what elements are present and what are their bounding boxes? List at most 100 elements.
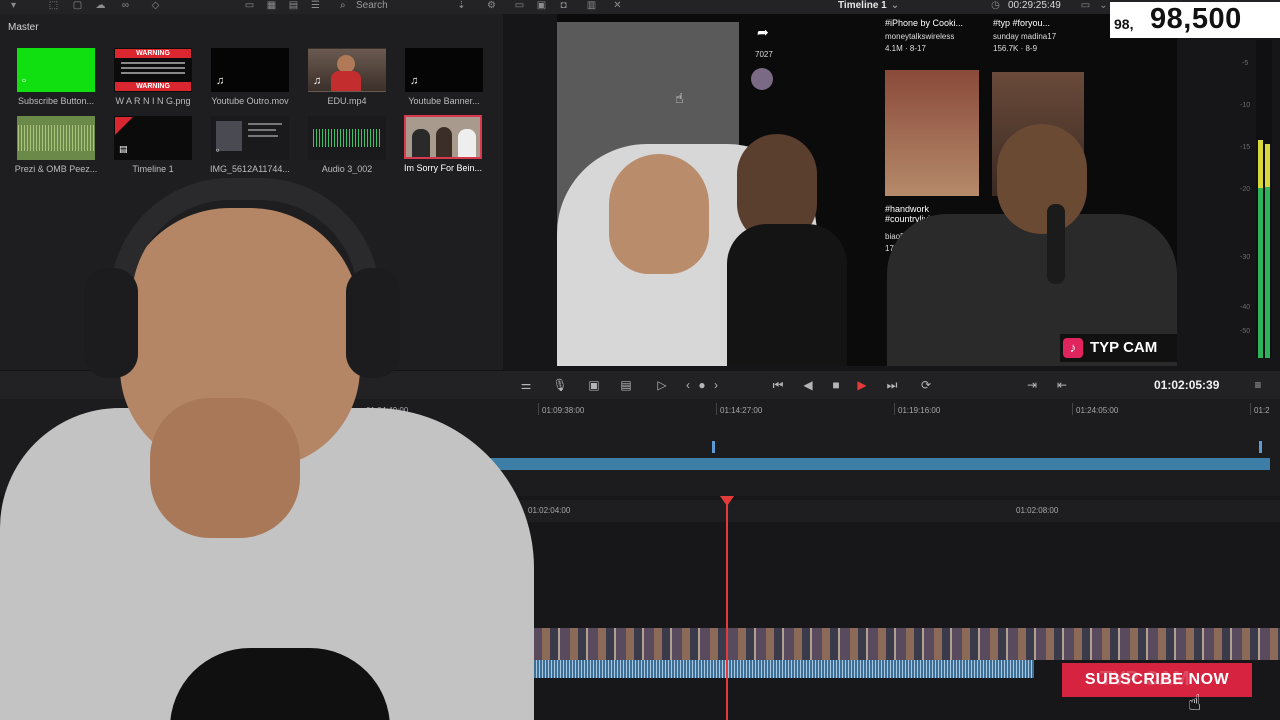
person-middle — [727, 224, 847, 366]
thumb-view-icon[interactable]: ▭ — [244, 1, 255, 11]
clip-warning[interactable]: WARNING WARNING W A R N I N G.png — [114, 48, 192, 106]
music-note-icon: ♫ — [216, 75, 225, 87]
mic-icon[interactable]: 🎙 — [552, 378, 568, 392]
strip-view-icon[interactable]: ▤ — [288, 1, 299, 11]
image-icon: ▫ — [216, 145, 220, 155]
ruler-timecode: 01:19:16:00 — [898, 406, 941, 415]
clip-thumbnail: ▫ — [17, 48, 95, 92]
clip-edu[interactable]: ♫ EDU.mp4 — [308, 48, 386, 106]
cross-icon[interactable]: ✕ — [612, 1, 623, 11]
music-note-icon: ♫ — [410, 75, 419, 87]
frame-icon[interactable]: ▤ — [618, 378, 634, 392]
grid-view-icon[interactable]: ▦ — [266, 1, 277, 11]
skip-back-icon[interactable]: ⏮ — [770, 378, 786, 392]
overview-playhead[interactable] — [712, 441, 715, 453]
clip-im-sorry[interactable]: Im Sorry For Bein... — [404, 115, 482, 173]
tiktok-stats: 156.7K · 8-9 — [993, 44, 1038, 53]
music-app-icon: ♪ — [1063, 338, 1083, 358]
clip-name: Youtube Banner... — [408, 96, 480, 106]
list-icon[interactable]: ▾ — [8, 1, 19, 11]
split-icon[interactable]: ▥ — [586, 1, 597, 11]
menu-icon[interactable]: ≡ — [1250, 378, 1266, 392]
person-left-face — [609, 154, 709, 274]
clip-subscribe-button[interactable]: ▫ Subscribe Button... — [17, 48, 95, 106]
video-viewer[interactable]: ➦ 7027 #iPhone by Cooki... moneytalkswir… — [557, 14, 1177, 366]
clip-thumbnail: ▫ — [211, 116, 289, 160]
chevron-right-icon[interactable]: › — [708, 378, 724, 392]
music-note-icon: ♫ — [313, 75, 322, 87]
clip-audio-3[interactable]: Audio 3_002 — [308, 116, 386, 174]
typcam-label: TYP CAM — [1090, 339, 1158, 356]
tiktok-stats: 4.1M · 8-17 — [885, 44, 926, 53]
webcam-overlay — [0, 178, 534, 720]
clip-name: Timeline 1 — [132, 164, 174, 174]
sort-icon[interactable]: ⇣ — [456, 1, 467, 11]
dropdown-icon[interactable]: ⌄ — [1098, 1, 1109, 11]
cloud-icon[interactable]: ☁ — [95, 1, 106, 11]
subscriber-counter: 98, 98,500 — [1110, 2, 1280, 38]
headphone-right-cup — [346, 268, 400, 378]
clip-youtube-banner[interactable]: ♫ Youtube Banner... — [405, 48, 483, 106]
reverse-icon[interactable]: ◀ — [800, 378, 816, 392]
meter-tick: -10 — [1240, 102, 1251, 109]
bin-icon[interactable]: ▢ — [72, 1, 83, 11]
ruler-timecode: 01:02:08:00 — [1016, 506, 1059, 515]
clip-img-5612[interactable]: ▫ IMG_5612A11744... — [210, 116, 290, 174]
cursor-hand-icon: ☝ — [675, 90, 684, 106]
clip-timeline-1[interactable]: ▤ Timeline 1 — [114, 116, 192, 174]
overview-end-marker[interactable] — [1259, 441, 1262, 453]
tiktok-user: moneytalkswireless — [885, 32, 955, 41]
clip-thumbnail: WARNING WARNING — [114, 48, 192, 92]
clip-name: Youtube Outro.mov — [211, 96, 289, 106]
tag-icon[interactable]: ◇ — [150, 1, 161, 11]
import-icon[interactable]: ⬚ — [48, 1, 59, 11]
meter-tick: -50 — [1240, 328, 1251, 335]
timeline-selector[interactable]: Timeline 1 ⌄ — [838, 0, 899, 12]
viewer-mode-icon[interactable]: ▣ — [536, 1, 547, 11]
camera-icon[interactable]: ◘ — [558, 1, 569, 11]
viewer-layout-icon[interactable]: ▭ — [514, 1, 525, 11]
mark-out-icon[interactable]: ⇤ — [1054, 378, 1070, 392]
list-view-icon[interactable]: ☰ — [310, 1, 321, 11]
playhead-handle[interactable] — [720, 496, 734, 506]
typcam-badge: ♪ TYP CAM — [1060, 334, 1177, 362]
ruler-timecode: 01:02:04:00 — [528, 506, 571, 515]
ruler-tick — [1072, 403, 1073, 415]
clip-icon[interactable]: ▣ — [586, 378, 602, 392]
audio-clip-waveform[interactable] — [504, 660, 1034, 678]
playhead[interactable] — [726, 504, 728, 720]
link-icon[interactable]: ∞ — [120, 1, 131, 11]
skip-forward-icon[interactable]: ⏭ — [884, 378, 900, 392]
clip-youtube-outro[interactable]: ♫ Youtube Outro.mov — [211, 48, 289, 106]
ruler-timecode: 01:24:05:00 — [1076, 406, 1119, 415]
timecode-top: 00:29:25:49 — [1008, 0, 1061, 11]
bin-title[interactable]: Master — [8, 22, 39, 33]
meter-tick: -30 — [1240, 254, 1251, 261]
tiktok-thumbnail — [885, 70, 979, 196]
clip-name: Subscribe Button... — [17, 96, 95, 106]
search-icon: ⌕ — [340, 0, 346, 11]
clip-thumbnail: ♫ — [405, 48, 483, 92]
audio-meter — [1256, 40, 1272, 358]
video-clip-filmstrip[interactable] — [504, 628, 1280, 660]
headphones-band — [110, 178, 380, 298]
meter-right-channel — [1265, 144, 1270, 358]
timeline-icon: ▤ — [119, 144, 128, 154]
options-icon[interactable]: ⚙ — [486, 1, 497, 11]
ruler-tick — [538, 403, 539, 415]
headphone-left-cup — [84, 268, 138, 378]
mark-in-icon[interactable]: ⇥ — [1024, 378, 1040, 392]
stop-icon[interactable]: ■ — [828, 378, 844, 392]
clip-prezi-omb[interactable]: Prezi & OMB Peez... — [15, 116, 97, 174]
window-icon[interactable]: ▭ — [1080, 1, 1091, 11]
share-icon: ➦ — [757, 24, 769, 40]
loop-icon[interactable]: ⟳ — [918, 378, 934, 392]
clip-thumbnail — [17, 116, 95, 160]
clip-thumbnail — [404, 115, 482, 159]
play-range-icon[interactable]: ▷ — [654, 378, 670, 392]
clip-name: Im Sorry For Bein... — [403, 163, 483, 173]
tiktok-caption: #iPhone by Cooki... — [885, 18, 964, 28]
meter-tick: -40 — [1240, 304, 1251, 311]
clip-name: EDU.mp4 — [327, 96, 367, 106]
play-icon[interactable]: ▶ — [854, 378, 870, 392]
